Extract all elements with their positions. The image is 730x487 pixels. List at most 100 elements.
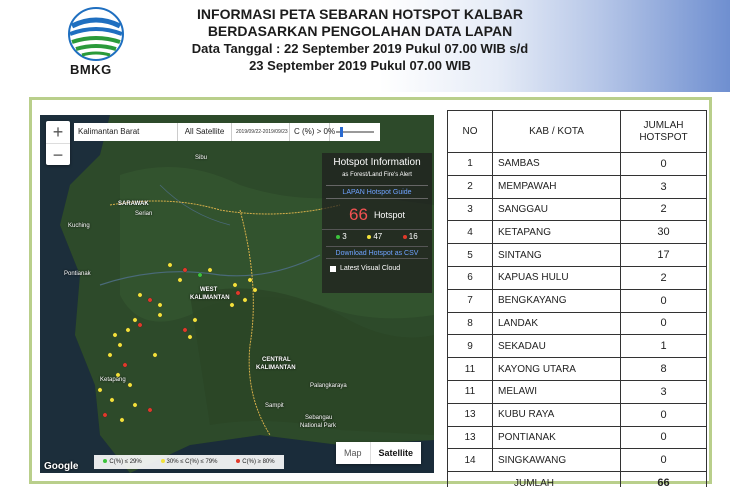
- zoom-out-button[interactable]: −: [46, 143, 70, 165]
- cell-no: 4: [447, 220, 493, 245]
- hotspot-marker[interactable]: [192, 317, 198, 323]
- hotspot-table: NO KAB / KOTA JUMLAH HOTSPOT 1 SAMBAS 0 2 ME…: [447, 110, 707, 487]
- cell-hotspot: 1: [620, 334, 707, 359]
- map-label-kalbar-2: KALIMANTAN: [190, 295, 230, 301]
- table-row: 11 KAYONG UTARA 8: [447, 357, 707, 381]
- map-legend: C(%) ≤ 29% 30% ≤ C(%) ≤ 79% C(%) ≥ 80%: [94, 455, 284, 469]
- map-label-kuching: Kuching: [68, 223, 90, 229]
- legend-mid: 30% ≤ C(%) ≤ 79%: [160, 459, 218, 465]
- hotspot-marker[interactable]: [107, 352, 113, 358]
- hotspot-marker[interactable]: [177, 277, 183, 283]
- cell-kab: KETAPANG: [492, 220, 621, 245]
- cell-hotspot: 0: [620, 402, 707, 427]
- title-line-4: 23 September 2019 Pukul 07.00 WIB: [249, 58, 471, 73]
- hotspot-marker[interactable]: [207, 267, 213, 273]
- cell-kab: PONTIANAK: [492, 425, 621, 450]
- hotspot-marker[interactable]: [157, 312, 163, 318]
- cell-kab: MEMPAWAH: [492, 174, 621, 199]
- low-count: 3: [342, 232, 347, 241]
- hotspot-marker[interactable]: [232, 282, 238, 288]
- hotspot-marker[interactable]: [125, 327, 131, 333]
- hotspot-marker[interactable]: [157, 302, 163, 308]
- confidence-counts: 3 47 16: [322, 229, 432, 243]
- hotspot-map[interactable]: + − Kalimantan Barat All Satellite 2019/…: [40, 115, 434, 473]
- cell-hotspot: 3: [620, 379, 707, 404]
- header: BMKG INFORMASI PETA SEBARAN HOTSPOT KALB…: [0, 0, 730, 92]
- mid-count-item: 47: [367, 232, 382, 241]
- hotspot-marker[interactable]: [119, 417, 125, 423]
- hotspot-marker[interactable]: [97, 387, 103, 393]
- hotspot-marker[interactable]: [132, 402, 138, 408]
- cell-hotspot: 17: [620, 243, 707, 267]
- table-row: 2 MEMPAWAH 3: [447, 174, 707, 199]
- hotspot-marker[interactable]: [137, 292, 143, 298]
- hotspot-marker[interactable]: [197, 272, 203, 278]
- download-csv-link[interactable]: Download Hotspot as CSV: [326, 246, 428, 259]
- cell-hotspot: 2: [620, 197, 707, 222]
- cloud-checkbox[interactable]: [330, 265, 336, 272]
- hotspot-marker[interactable]: [127, 382, 133, 388]
- legend-low-dot-icon: [103, 459, 108, 464]
- header-kab: KAB / KOTA: [492, 110, 621, 153]
- map-label-sarawak: SARAWAK: [118, 201, 149, 207]
- map-type-map-button[interactable]: Map: [336, 442, 370, 464]
- slider-handle[interactable]: [340, 127, 343, 137]
- cell-no: 9: [447, 334, 493, 359]
- cell-hotspot: 0: [620, 448, 707, 473]
- title-line-2: BERDASARKAN PENGOLAHAN DATA LAPAN: [207, 23, 513, 39]
- cell-kab: KAPUAS HULU: [492, 265, 621, 290]
- hotspot-marker[interactable]: [152, 352, 158, 358]
- mid-dot-icon: [367, 234, 372, 239]
- table-header-row: NO KAB / KOTA JUMLAH HOTSPOT: [447, 110, 707, 153]
- hotspot-marker[interactable]: [242, 297, 248, 303]
- confidence-slider[interactable]: [330, 123, 380, 141]
- zoom-control: + −: [46, 121, 70, 165]
- table-total-row: JUMLAH 66: [447, 471, 707, 487]
- hotspot-marker[interactable]: [235, 290, 241, 296]
- hotspot-marker[interactable]: [102, 412, 108, 418]
- cell-kab: KUBU RAYA: [492, 402, 621, 427]
- hotspot-marker[interactable]: [167, 262, 173, 268]
- hotspot-marker[interactable]: [112, 332, 118, 338]
- hotspot-marker[interactable]: [147, 297, 153, 303]
- cell-no: 11: [447, 357, 493, 381]
- legend-mid-label: 30% ≤ C(%) ≤ 79%: [166, 459, 218, 465]
- table-row: 11 MELAWI 3: [447, 379, 707, 404]
- cell-kab: BENGKAYANG: [492, 288, 621, 313]
- hotspot-marker[interactable]: [252, 287, 258, 293]
- header-jumlah: JUMLAH HOTSPOT: [620, 110, 707, 153]
- date-range-input[interactable]: 2019/09/22-2019/09/23: [232, 123, 290, 141]
- cell-kab: SEKADAU: [492, 334, 621, 359]
- hotspot-marker[interactable]: [132, 317, 138, 323]
- header-jumlah-line2: HOTSPOT: [639, 131, 688, 143]
- map-type-satellite-button[interactable]: Satellite: [369, 442, 422, 464]
- high-dot-icon: [402, 234, 407, 239]
- cell-hotspot: 8: [620, 357, 707, 381]
- hotspot-marker[interactable]: [182, 267, 188, 273]
- hotspot-marker[interactable]: [137, 322, 143, 328]
- hotspot-marker[interactable]: [117, 342, 123, 348]
- hotspot-marker[interactable]: [109, 397, 115, 403]
- cloud-toggle[interactable]: Latest Visual Cloud: [322, 262, 432, 275]
- hotspot-marker[interactable]: [229, 302, 235, 308]
- hotspot-marker[interactable]: [187, 334, 193, 340]
- map-label-kalbar-1: WEST: [200, 287, 218, 293]
- legend-high: C(%) ≥ 80%: [236, 459, 275, 465]
- title-line-1: INFORMASI PETA SEBARAN HOTSPOT KALBAR: [197, 6, 523, 22]
- hotspot-marker[interactable]: [122, 362, 128, 368]
- map-label-sebangau-1: Sebangau: [305, 415, 333, 421]
- cell-kab: LANDAK: [492, 311, 621, 336]
- hotspot-guide-link[interactable]: LAPAN Hotspot Guide: [326, 185, 428, 199]
- satellite-select[interactable]: All Satellite: [178, 123, 232, 141]
- hotspot-marker[interactable]: [247, 277, 253, 283]
- map-label-sebangau-2: National Park: [300, 423, 337, 429]
- table-row: 1 SAMBAS 0: [447, 152, 707, 176]
- info-subtitle: as Forest/Land Fire's Alert: [342, 172, 412, 178]
- zoom-in-button[interactable]: +: [46, 121, 70, 143]
- region-select[interactable]: Kalimantan Barat: [74, 123, 178, 141]
- table-row: 6 KAPUAS HULU 2: [447, 265, 707, 290]
- table-row: 7 BENGKAYANG 0: [447, 288, 707, 313]
- cell-no: 14: [447, 448, 493, 473]
- hotspot-marker[interactable]: [182, 327, 188, 333]
- hotspot-marker[interactable]: [147, 407, 153, 413]
